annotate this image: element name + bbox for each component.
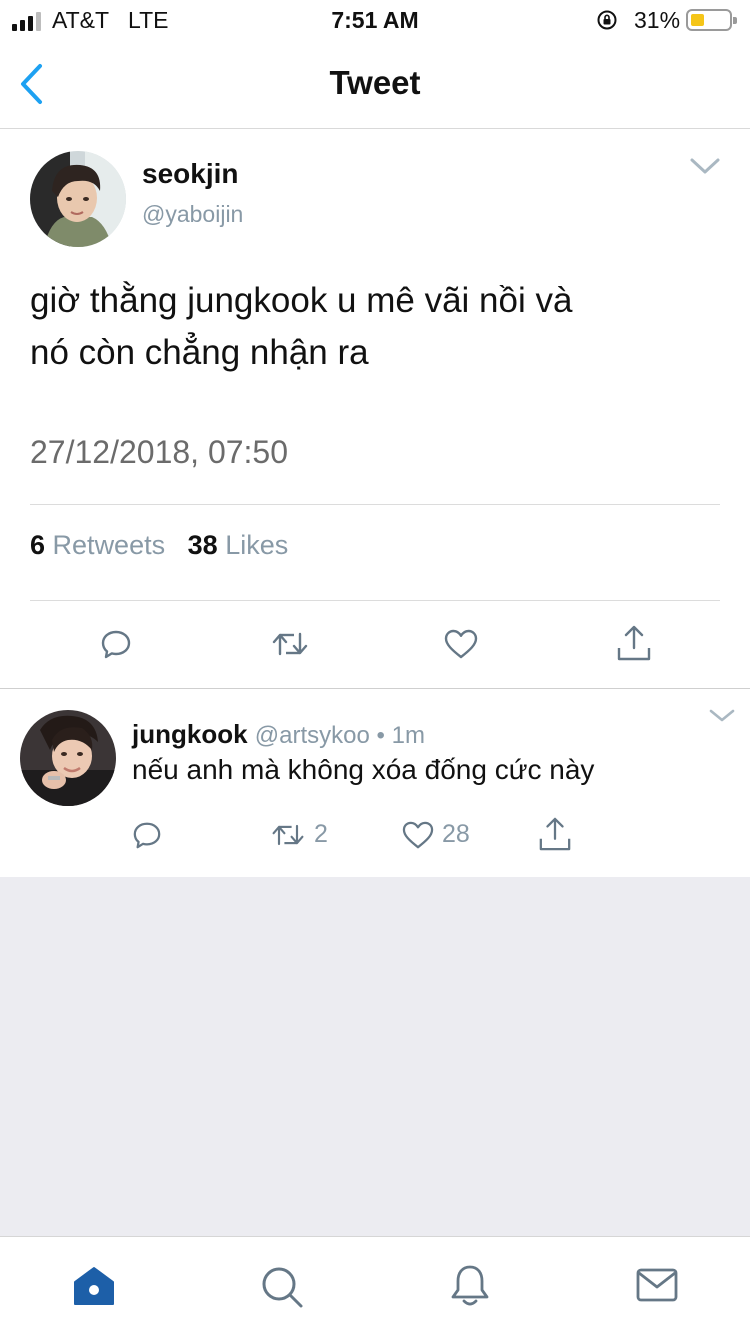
reply-author-avatar[interactable]: [20, 710, 116, 806]
retweets-stat[interactable]: 6 Retweets: [30, 530, 165, 560]
reply-display-name[interactable]: jungkook: [132, 719, 248, 749]
share-icon[interactable]: [616, 624, 652, 662]
reply-retweet-count: 2: [314, 820, 328, 848]
reply-retweet-icon[interactable]: [270, 820, 306, 850]
retweet-count: 6: [30, 530, 46, 560]
messages-mail-icon[interactable]: [636, 1267, 678, 1303]
reply-like-heart-icon[interactable]: [402, 820, 434, 850]
battery-icon: [686, 9, 737, 31]
battery-percent: 31%: [634, 7, 681, 33]
tweet-text: giờ thằng jungkook u mê vãi nồi và nó cò…: [30, 275, 690, 379]
like-heart-icon[interactable]: [444, 628, 478, 660]
rotation-lock-icon: [597, 10, 617, 30]
like-count: 38: [187, 530, 218, 560]
author-handle[interactable]: @yaboijin: [142, 201, 243, 228]
reply-handle-time: @artsykoo • 1m: [254, 722, 425, 749]
author-avatar[interactable]: [30, 151, 126, 247]
tweet-text-line: nó còn chẳng nhận ra: [30, 333, 369, 372]
search-tab-icon[interactable]: [260, 1265, 304, 1309]
reply-icon[interactable]: [100, 628, 132, 660]
tweet-stats: 6 Retweets 38 Likes: [30, 530, 288, 561]
divider: [30, 600, 720, 601]
home-tab-icon[interactable]: [72, 1265, 116, 1307]
tab-bar: [0, 1236, 750, 1335]
navigation-bar: Tweet: [0, 42, 750, 129]
retweet-icon[interactable]: [270, 628, 310, 660]
tweet-timestamp: 27/12/2018, 07:50: [30, 434, 289, 470]
reply-share-icon[interactable]: [538, 816, 572, 852]
notifications-bell-icon[interactable]: [450, 1263, 490, 1309]
section-separator: [0, 688, 750, 689]
retweet-label: Retweets: [52, 530, 166, 560]
reply-options-chevron-icon[interactable]: [708, 707, 736, 725]
reply-text: nếu anh mà không xóa đống cức này: [132, 754, 595, 785]
status-bar: AT&T LTE 7:51 AM 31%: [0, 0, 750, 42]
reply-like-count: 28: [442, 820, 470, 848]
tweet-options-chevron-icon[interactable]: [689, 155, 721, 177]
tweet-text-line: giờ thằng jungkook u mê vãi nồi và: [30, 281, 573, 320]
reply-comment-icon[interactable]: [132, 820, 162, 850]
empty-area: [0, 877, 750, 1236]
author-display-name[interactable]: seokjin: [142, 158, 238, 190]
page-title: Tweet: [329, 64, 421, 101]
like-label: Likes: [225, 530, 289, 560]
divider: [30, 504, 720, 505]
reply-author[interactable]: jungkook @artsykoo • 1m: [132, 719, 425, 750]
likes-stat[interactable]: 38 Likes: [188, 530, 289, 560]
